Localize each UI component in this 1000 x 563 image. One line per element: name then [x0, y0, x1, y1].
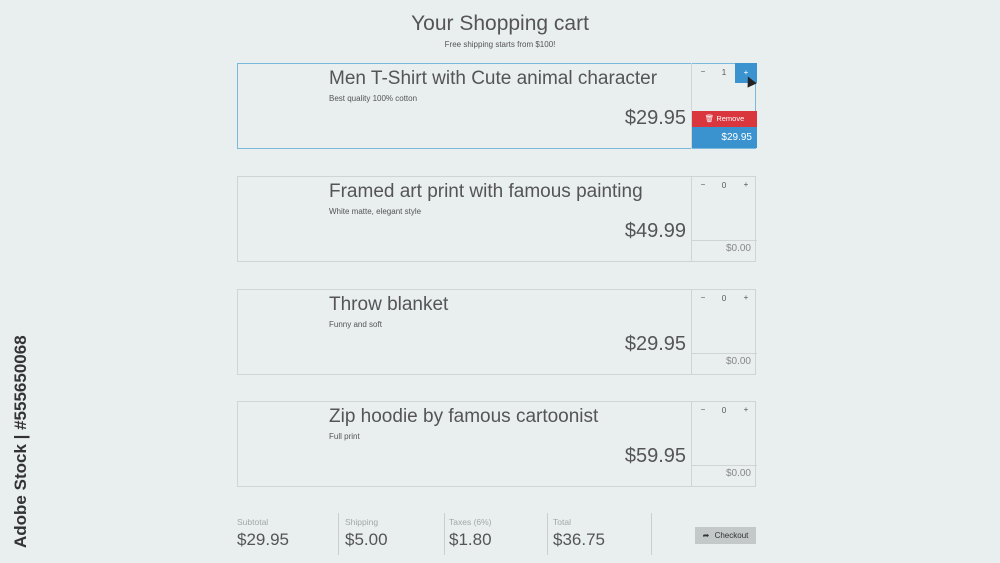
summary-label: Shipping [345, 517, 379, 527]
quantity-value: 0 [721, 406, 727, 415]
quantity-value: 1 [721, 68, 727, 77]
item-name: Framed art print with famous painting [329, 181, 643, 202]
item-subtotal: $0.00 [725, 468, 751, 479]
remove-button[interactable]: 🗑 Remove [692, 111, 757, 127]
item-subtotal: $0.00 [725, 243, 751, 254]
divider [692, 240, 757, 241]
quantity-value: 0 [721, 181, 727, 190]
decrease-button[interactable]: − [698, 180, 708, 189]
summary-value: $36.75 [553, 530, 605, 549]
remove-label: Remove [716, 114, 745, 123]
item-name: Throw blanket [329, 294, 449, 315]
summary-value: $29.95 [237, 530, 289, 549]
watermark-text: Adobe Stock | #555650068 [11, 335, 30, 548]
quantity-stepper: − 0 + [692, 289, 757, 309]
item-price: $59.95 [624, 445, 686, 467]
summary-taxes: Taxes (6%) $1.80 [449, 513, 548, 555]
item-name: Zip hoodie by famous cartoonist [329, 406, 599, 427]
item-description: Best quality 100% cotton [329, 94, 418, 103]
cart-item: Men T-Shirt with Cute animal character B… [237, 63, 757, 149]
order-summary: Subtotal $29.95 Shipping $5.00 Taxes (6%… [237, 513, 756, 563]
cart-item: Zip hoodie by famous cartoonist Full pri… [237, 401, 757, 487]
divider [692, 465, 757, 466]
item-subtotal: $29.95 [692, 127, 757, 148]
summary-value: $1.80 [449, 530, 492, 549]
item-controls: − 0 + $0.00 [691, 289, 757, 375]
item-controls: − 0 + $0.00 [691, 401, 757, 487]
decrease-button[interactable]: − [698, 293, 708, 302]
summary-total: Total $36.75 [553, 513, 652, 555]
checkout-label: Checkout [714, 531, 749, 540]
increase-button[interactable]: + [741, 405, 751, 414]
increase-button[interactable]: + [741, 180, 751, 189]
stock-watermark: Adobe Stock | #555650068 [6, 320, 36, 550]
item-price: $29.95 [624, 333, 686, 355]
quantity-value: 0 [721, 294, 727, 303]
shipping-note: Free shipping starts from $100! [444, 40, 556, 49]
quantity-stepper: − 0 + [692, 401, 757, 421]
item-subtotal: $0.00 [725, 356, 751, 367]
quantity-stepper: − 0 + [692, 176, 757, 196]
increase-button[interactable]: + [741, 293, 751, 302]
summary-label: Taxes (6%) [449, 517, 492, 527]
item-price: $49.99 [624, 220, 686, 242]
arrow-right-icon: ➦ [702, 531, 710, 540]
checkout-button[interactable]: ➦ Checkout [695, 527, 756, 544]
item-description: Funny and soft [329, 320, 382, 329]
trash-icon: 🗑 [704, 114, 715, 123]
summary-label: Total [553, 517, 571, 527]
item-price: $29.95 [624, 107, 686, 129]
summary-subtotal: Subtotal $29.95 [237, 513, 339, 555]
summary-label: Subtotal [237, 517, 269, 527]
page-title: Your Shopping cart [411, 12, 589, 35]
item-name: Men T-Shirt with Cute animal character [329, 68, 658, 89]
item-description: Full print [329, 432, 360, 441]
cart-header: Your Shopping cart Free shipping starts … [0, 12, 1000, 49]
decrease-button[interactable]: − [698, 67, 708, 76]
cart-item: Framed art print with famous painting Wh… [237, 176, 757, 262]
summary-shipping: Shipping $5.00 [345, 513, 445, 555]
divider [692, 353, 757, 354]
summary-value: $5.00 [345, 530, 388, 549]
cart-item: Throw blanket Funny and soft $29.95 − 0 … [237, 289, 757, 375]
item-controls: − 0 + $0.00 [691, 176, 757, 262]
decrease-button[interactable]: − [698, 405, 708, 414]
item-description: White matte, elegant style [329, 207, 422, 216]
